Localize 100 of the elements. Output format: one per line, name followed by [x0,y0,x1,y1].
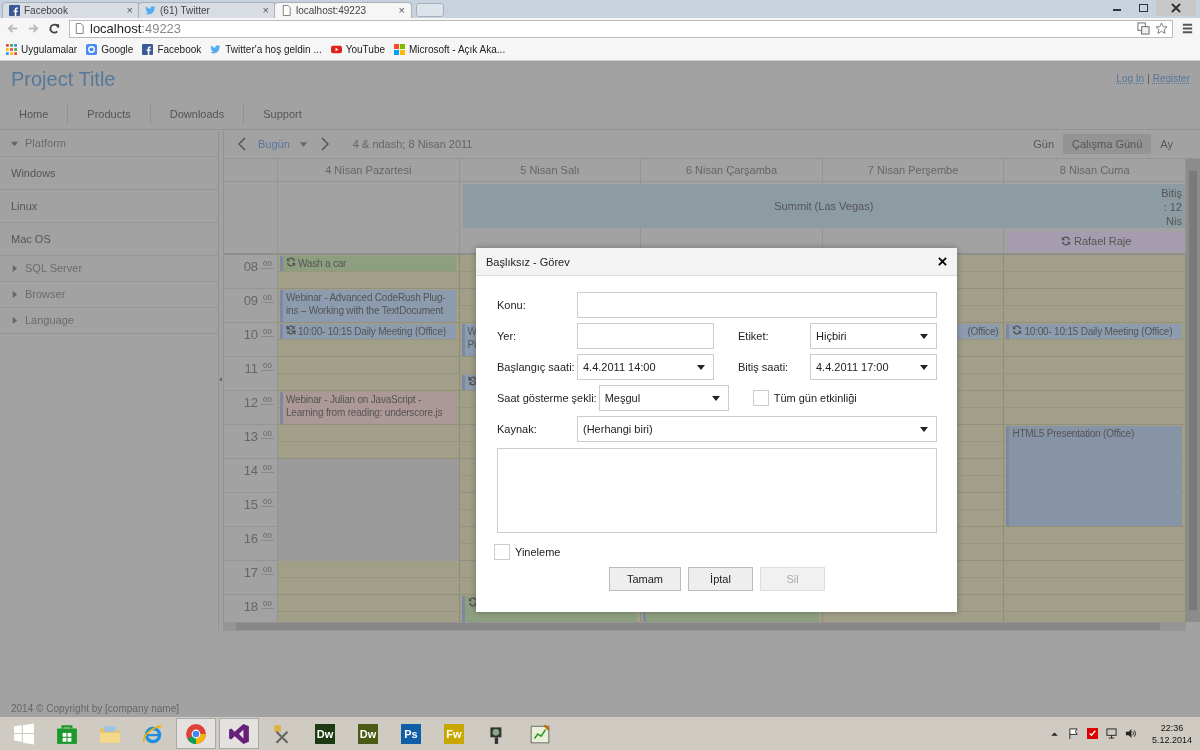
flag-icon[interactable] [1067,728,1079,739]
all-day-event[interactable]: Rafael Raje [1007,231,1185,251]
calendar-event[interactable]: HTML5 Presentation (Office) [1006,425,1182,526]
browser-tab[interactable]: Facebook × [2,1,140,18]
browser-tab[interactable]: (61) Twitter × [138,1,276,18]
apps-grid-icon [6,44,17,56]
play-icon [330,44,342,56]
speaker-icon[interactable] [1124,728,1136,739]
sidebar-item[interactable]: Mac OS [0,222,218,256]
bookmark[interactable]: Facebook [142,44,202,56]
separator-text: | [1147,72,1150,84]
show-as-dropdown[interactable]: Meşgul [598,385,729,411]
bookmark[interactable]: Uygulamalar [6,44,78,56]
clock[interactable]: 22:36 5.12.2014 [1151,721,1192,746]
view-tab[interactable]: Gün [1024,134,1064,155]
calendar-event[interactable]: Webinar - Advanced CodeRush Plug-ins – Working with the TextDocument [280,289,456,322]
nav-menu-item[interactable]: Support [244,102,321,125]
view-tab[interactable]: Ay [1151,134,1182,155]
tab-title: localhost:49223 [296,4,368,16]
chart-icon [529,722,551,745]
back-icon[interactable] [6,22,19,36]
day-header: 4 Nisan Pazartesi [278,158,460,181]
nav-menu-item[interactable]: Products [68,102,151,125]
star-icon[interactable] [1155,22,1168,36]
location-field[interactable] [577,323,714,349]
collapse-handle-icon[interactable] [219,376,222,382]
taskbar-app[interactable] [176,718,216,749]
windows-logo-icon [13,722,35,745]
field-label: Bitiş saati: [738,361,790,373]
day-column[interactable]: 10:00- 10:15 Daily Meeting (Office) HTML5 Presentation (Office) [1004,254,1186,622]
taskbar-app[interactable]: Dw [348,718,388,749]
field-label: Kaynak: [497,423,538,435]
view-tab[interactable]: Çalışma Günü [1063,134,1152,155]
reload-icon[interactable] [48,22,61,36]
calendar-event[interactable]: Webinar - Julian on JavaScript - Learning from reading: underscore.js [280,391,456,424]
register-link[interactable]: Register [1152,72,1190,84]
subject-field[interactable] [577,292,937,318]
calendar-event[interactable]: 10:00- 10:15 Daily Meeting (Office) [1006,323,1182,339]
start-time-dropdown[interactable]: 4.4.2011 14:00 [577,354,714,380]
vertical-scrollbar[interactable] [1186,158,1200,622]
broken-recurring-icon [286,324,296,335]
bird-icon [145,4,156,16]
hour-label: 15 [243,496,259,512]
previous-icon[interactable] [238,137,246,152]
translate-icon[interactable] [1137,22,1150,36]
day-header: 8 Nisan Cuma [1004,158,1186,181]
bookmark[interactable]: YouTube [330,44,385,56]
page-icon [74,23,85,35]
day-header: 7 Nisan Perşembe [822,158,1005,181]
tab-close-button[interactable]: × [126,4,133,17]
alert-icon[interactable] [1086,728,1098,739]
browser-tab[interactable]: localhost:49223 × [274,1,412,18]
site-title: Project Title [11,68,116,92]
forward-icon[interactable] [27,22,40,36]
caret-icon[interactable] [299,141,307,147]
today-button[interactable]: Bugün [258,138,290,151]
all-day-event[interactable]: Summit (Las Vegas) Bitiş : 12 Nis [462,183,1185,228]
facebook-icon [9,4,20,16]
taskbar-app[interactable]: Ps [391,718,431,749]
bookmark[interactable]: Microsoft - Açık Aka... [394,44,506,56]
close-icon[interactable] [938,257,947,266]
new-tab-button[interactable] [416,2,444,17]
shopping-bag-icon [56,722,78,745]
network-icon[interactable] [1105,728,1117,739]
nav-menu-item[interactable]: Downloads [150,102,245,125]
dialog-button[interactable]: İptal [688,567,753,591]
day-column[interactable]: Wash a car Webinar - Advanced CodeRush Plug-ins – Working with the TextDocument 10:00- 10:15 Daily Meeting (Office) Webinar - Julian on JavaScript - Learning from reading: underscore.js [278,254,460,622]
broken-recurring-icon [467,375,478,386]
bird-icon [210,44,222,56]
checkbox[interactable] [494,544,510,560]
checkbox[interactable] [752,390,769,406]
taskbar-app[interactable]: Dw [305,718,345,749]
nav-menu-item[interactable]: Home [0,102,69,125]
taskbar-app[interactable]: Fw [434,718,474,749]
hour-label: 10 [243,326,259,342]
next-icon[interactable] [320,137,329,152]
tab-title: (61) Twitter [160,4,211,16]
resource-dropdown[interactable]: (Herhangi biri) [577,416,937,442]
horizontal-scrollbar[interactable] [224,621,1186,631]
bookmark[interactable]: Google [86,44,134,56]
app-logo-icon: Fw [444,723,464,744]
close-icon[interactable] [1156,0,1196,16]
dialog-button[interactable]: Tamam [609,567,681,591]
address-bar[interactable]: localhost:49223 [69,19,1173,38]
tab-close-button[interactable]: × [398,4,405,17]
bookmark[interactable]: Twitter'a hoş geldin ... [210,44,322,56]
description-field[interactable] [497,448,937,533]
calendar-event[interactable]: Wash a car [280,255,456,271]
field-label: Etiket: [738,330,770,342]
login-link[interactable]: Log In [1116,72,1145,84]
menu-icon[interactable] [1181,22,1194,36]
calendar-event[interactable]: 10:00- 10:15 Daily Meeting (Office) [280,323,456,339]
end-time-dropdown[interactable]: 4.4.2011 17:00 [810,354,937,380]
sidebar-item[interactable]: Windows [0,156,218,190]
label-dropdown[interactable]: Hiçbiri [810,323,937,349]
taskbar-app[interactable] [219,718,259,749]
tab-close-button[interactable]: × [262,4,269,17]
sidebar-item[interactable]: Linux [0,189,218,223]
infinity-logo-icon [228,722,250,745]
field-label: Yer: [497,330,518,342]
